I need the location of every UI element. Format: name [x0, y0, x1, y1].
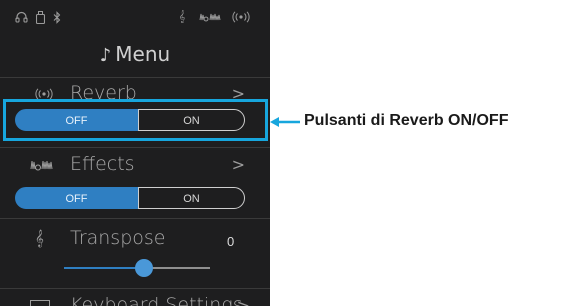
divider [0, 147, 270, 148]
divider [0, 288, 270, 289]
slider-fill [64, 267, 145, 269]
effects-off-button[interactable]: OFF [15, 187, 138, 209]
menu-header: ♪ Menu [0, 42, 270, 72]
music-note-icon: ♪ [99, 45, 112, 66]
transpose-label: Transpose [70, 227, 166, 249]
piano-app-screen: 𝄞 ♪ Menu Reverb > OFF ON Effects > OFF ON [0, 0, 270, 306]
reverb-toggle-highlight [3, 99, 268, 141]
divider [0, 77, 270, 78]
headphones-icon [14, 10, 28, 24]
callout-arrow-icon [270, 117, 300, 127]
menu-title: Menu [115, 42, 171, 66]
chevron-right-icon[interactable]: > [232, 155, 245, 174]
transpose-icon: 𝄞 [178, 10, 186, 23]
callout-label: Pulsanti di Reverb ON/OFF [304, 112, 509, 129]
effects-icon [30, 159, 54, 174]
divider [0, 218, 270, 219]
status-bar: 𝄞 [0, 0, 270, 34]
transpose-slider[interactable] [64, 259, 210, 277]
effects-icon [198, 10, 222, 24]
transpose-value: 0 [227, 234, 235, 249]
bluetooth-icon [52, 10, 62, 24]
effects-toggle[interactable]: OFF ON [15, 187, 245, 209]
effects-label: Effects [70, 153, 135, 175]
effects-on-button[interactable]: ON [138, 187, 245, 209]
chevron-right-icon[interactable]: > [237, 296, 250, 306]
usb-drive-icon [34, 10, 46, 24]
slider-knob[interactable] [135, 259, 154, 277]
keyboard-settings-label: Keyboard Settings [70, 294, 243, 306]
reverb-icon [230, 10, 252, 24]
keyboard-icon [30, 300, 50, 306]
transpose-icon: 𝄞 [35, 229, 44, 247]
